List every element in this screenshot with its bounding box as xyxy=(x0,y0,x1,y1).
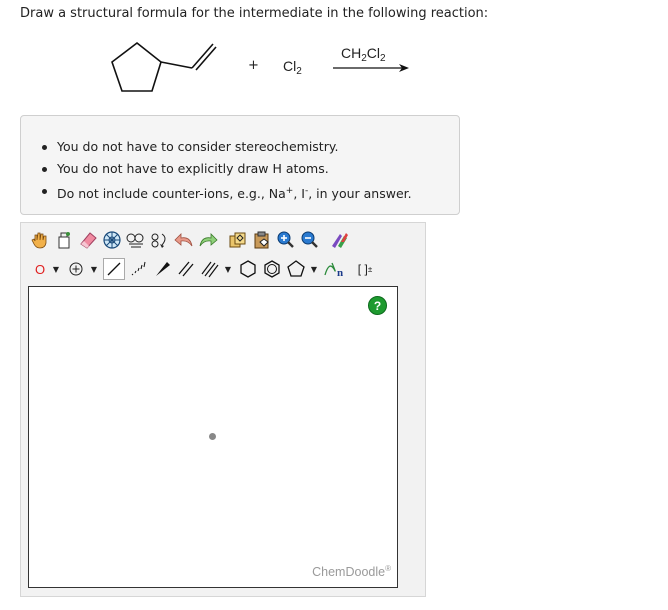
svg-text:n: n xyxy=(337,267,343,279)
reaction-arrow xyxy=(333,64,409,72)
chemdoodle-logo: ChemDoodle® xyxy=(312,563,391,579)
zoom-out-icon[interactable] xyxy=(299,229,321,251)
hashed-bond-icon[interactable] xyxy=(127,258,149,280)
bracket-tool[interactable]: [ ] ± xyxy=(353,258,377,280)
benzene-icon[interactable] xyxy=(261,258,283,280)
hand-icon[interactable] xyxy=(29,229,51,251)
paste-icon[interactable] xyxy=(251,229,273,251)
hint-item: You do not have to explicitly draw H ato… xyxy=(42,158,412,180)
clean-structure-icon[interactable] xyxy=(125,229,147,251)
hint-item: Do not include counter-ions, e.g., Na+, … xyxy=(42,180,412,205)
hint-list: You do not have to consider stereochemis… xyxy=(42,136,412,205)
help-button[interactable]: ? xyxy=(368,296,387,315)
zoom-in-icon[interactable] xyxy=(275,229,297,251)
redo-icon[interactable] xyxy=(197,229,219,251)
bond-dropdown-icon[interactable]: ▼ xyxy=(223,258,233,280)
charge-plus-icon[interactable] xyxy=(65,258,87,280)
charge-dropdown-icon[interactable]: ▼ xyxy=(89,258,99,280)
canvas-center-dot xyxy=(209,433,216,440)
cyclohexane-icon[interactable] xyxy=(237,258,259,280)
ring-dropdown-icon[interactable]: ▼ xyxy=(309,258,319,280)
element-selector[interactable]: O xyxy=(29,262,51,277)
clear-icon[interactable] xyxy=(329,229,351,251)
single-bond-icon[interactable] xyxy=(103,258,125,280)
undo-icon[interactable] xyxy=(173,229,195,251)
drawing-canvas[interactable]: ? ChemDoodle® xyxy=(28,286,398,588)
plus-sign: + xyxy=(248,58,259,73)
double-bond-icon[interactable] xyxy=(175,258,197,280)
reactant-structure xyxy=(111,41,217,92)
toolbar-bottom: O ▼ ▼ ▼ ▼ n [] ± xyxy=(29,256,379,282)
wedge-bond-icon[interactable] xyxy=(151,258,173,280)
perceive-icon[interactable] xyxy=(149,229,171,251)
chemdoodle-editor: O ▼ ▼ ▼ ▼ n [] ± ? ChemDoodle® xyxy=(20,222,426,597)
reaction-condition: CH2Cl2 xyxy=(341,45,386,64)
template-wheel-icon[interactable] xyxy=(101,229,123,251)
sgroup-icon[interactable]: n xyxy=(323,258,351,280)
toolbar-top xyxy=(29,227,353,253)
hint-box: You do not have to consider stereochemis… xyxy=(20,115,460,215)
reagent-cl2: Cl2 xyxy=(283,58,302,77)
copy-icon[interactable] xyxy=(227,229,249,251)
element-dropdown-icon[interactable]: ▼ xyxy=(51,258,61,280)
lasso-icon[interactable] xyxy=(53,229,75,251)
triple-bond-icon[interactable] xyxy=(199,258,221,280)
eraser-icon[interactable] xyxy=(77,229,99,251)
cyclopentane-icon[interactable] xyxy=(285,258,307,280)
hint-item: You do not have to consider stereochemis… xyxy=(42,136,412,158)
